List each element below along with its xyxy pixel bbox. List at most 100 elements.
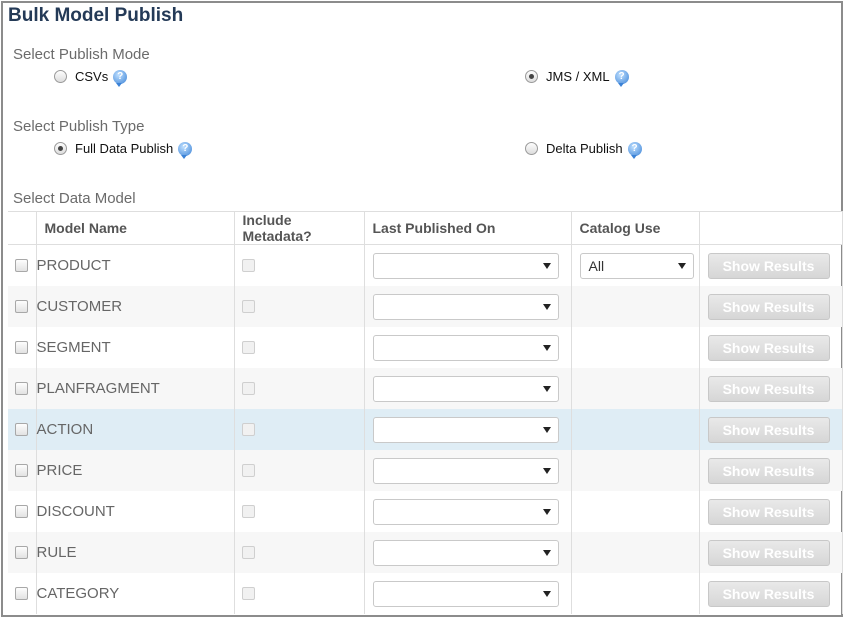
show-results-button[interactable]: Show Results: [707, 293, 830, 320]
row-select-checkbox[interactable]: [15, 587, 28, 600]
last-published-select[interactable]: [372, 293, 559, 320]
include-metadata-checkbox[interactable]: [241, 423, 255, 436]
radio-full-data-publish-label: Full Data Publish: [75, 141, 174, 156]
row-select-cell: [8, 409, 37, 450]
data-model-label: Select Data Model: [13, 190, 136, 207]
catalog-use-cell: [571, 286, 700, 327]
catalog-use-value: All: [588, 257, 605, 274]
show-results-button[interactable]: Show Results: [707, 375, 830, 402]
radio-delta-publish-button[interactable]: [525, 142, 538, 155]
action-cell: Show Results: [699, 573, 843, 614]
include-metadata-checkbox[interactable]: [241, 341, 255, 354]
show-results-button[interactable]: Show Results: [707, 580, 830, 607]
radio-full-data-publish[interactable]: Full Data Publish ?: [54, 141, 193, 159]
header-model-name: Model Name: [36, 211, 235, 245]
include-metadata-checkbox[interactable]: [241, 546, 255, 559]
chevron-down-icon: [542, 385, 551, 392]
radio-jms-xml[interactable]: JMS / XML ?: [525, 69, 629, 87]
last-published-select[interactable]: [372, 498, 559, 525]
show-results-button[interactable]: Show Results: [707, 252, 830, 279]
include-metadata-checkbox[interactable]: [241, 587, 255, 600]
table-row: CATEGORY Show Results: [8, 573, 843, 614]
show-results-button[interactable]: Show Results: [707, 416, 830, 443]
publish-type-label: Select Publish Type: [13, 118, 145, 135]
chevron-down-icon: [542, 590, 551, 597]
table-row: CUSTOMER Show Results: [8, 286, 843, 327]
radio-full-data-publish-button[interactable]: [54, 142, 67, 155]
action-cell: Show Results: [699, 286, 843, 327]
include-metadata-cell: [234, 532, 365, 573]
catalog-use-cell: [571, 368, 700, 409]
include-metadata-checkbox[interactable]: [241, 300, 255, 313]
header-select: [8, 211, 37, 245]
table-row: SEGMENT Show Results: [8, 327, 843, 368]
show-results-button[interactable]: Show Results: [707, 498, 830, 525]
model-name: PRICE: [36, 450, 235, 491]
header-catalog-use: Catalog Use: [571, 211, 700, 245]
last-published-select[interactable]: [372, 416, 559, 443]
radio-csvs[interactable]: CSVs ?: [54, 69, 128, 87]
show-results-button[interactable]: Show Results: [707, 539, 830, 566]
include-metadata-checkbox[interactable]: [241, 259, 255, 272]
row-select-checkbox[interactable]: [15, 382, 28, 395]
action-cell: Show Results: [699, 368, 843, 409]
action-cell: Show Results: [699, 244, 843, 286]
help-icon[interactable]: ?: [627, 141, 642, 159]
catalog-use-cell: [571, 491, 700, 532]
row-select-cell: [8, 286, 37, 327]
catalog-use-cell: [571, 532, 700, 573]
model-name: DISCOUNT: [36, 491, 235, 532]
last-published-select[interactable]: [372, 457, 559, 484]
row-select-checkbox[interactable]: [15, 300, 28, 313]
table-row: PRICE Show Results: [8, 450, 843, 491]
last-published-cell: [364, 573, 572, 614]
include-metadata-cell: [234, 327, 365, 368]
row-select-checkbox[interactable]: [15, 341, 28, 354]
radio-csvs-button[interactable]: [54, 70, 67, 83]
last-published-cell: [364, 286, 572, 327]
last-published-select[interactable]: [372, 252, 559, 279]
include-metadata-cell: [234, 491, 365, 532]
radio-delta-publish-label: Delta Publish: [546, 141, 623, 156]
last-published-select[interactable]: [372, 580, 559, 607]
radio-delta-publish[interactable]: Delta Publish ?: [525, 141, 642, 159]
chevron-down-icon: [542, 344, 551, 351]
last-published-select[interactable]: [372, 539, 559, 566]
show-results-button[interactable]: Show Results: [707, 334, 830, 361]
help-icon[interactable]: ?: [178, 141, 193, 159]
model-name: PRODUCT: [36, 244, 235, 286]
bulk-publish-panel: Bulk Model Publish Select Publish Mode C…: [1, 1, 843, 617]
table-row: ACTION Show Results: [8, 409, 843, 450]
include-metadata-checkbox[interactable]: [241, 505, 255, 518]
table-row: DISCOUNT Show Results: [8, 491, 843, 532]
catalog-use-cell: [571, 409, 700, 450]
last-published-cell: [364, 491, 572, 532]
show-results-button[interactable]: Show Results: [707, 457, 830, 484]
include-metadata-cell: [234, 244, 365, 286]
action-cell: Show Results: [699, 409, 843, 450]
table-row: RULE Show Results: [8, 532, 843, 573]
row-select-checkbox[interactable]: [15, 423, 28, 436]
radio-csvs-label: CSVs: [75, 69, 109, 84]
help-icon[interactable]: ?: [614, 69, 629, 87]
row-select-cell: [8, 532, 37, 573]
help-icon[interactable]: ?: [113, 69, 128, 87]
model-name: ACTION: [36, 409, 235, 450]
table-row: PRODUCT All Show Results: [8, 244, 843, 286]
model-name: RULE: [36, 532, 235, 573]
row-select-checkbox[interactable]: [15, 546, 28, 559]
include-metadata-checkbox[interactable]: [241, 464, 255, 477]
last-published-cell: [364, 368, 572, 409]
row-select-checkbox[interactable]: [15, 505, 28, 518]
catalog-use-select[interactable]: All: [579, 252, 694, 279]
chevron-down-icon: [542, 508, 551, 515]
radio-jms-xml-label: JMS / XML: [546, 69, 610, 84]
catalog-use-cell: [571, 573, 700, 614]
radio-jms-xml-button[interactable]: [525, 70, 538, 83]
row-select-checkbox[interactable]: [15, 259, 28, 272]
include-metadata-checkbox[interactable]: [241, 382, 255, 395]
include-metadata-cell: [234, 573, 365, 614]
last-published-select[interactable]: [372, 375, 559, 402]
last-published-select[interactable]: [372, 334, 559, 361]
row-select-checkbox[interactable]: [15, 464, 28, 477]
